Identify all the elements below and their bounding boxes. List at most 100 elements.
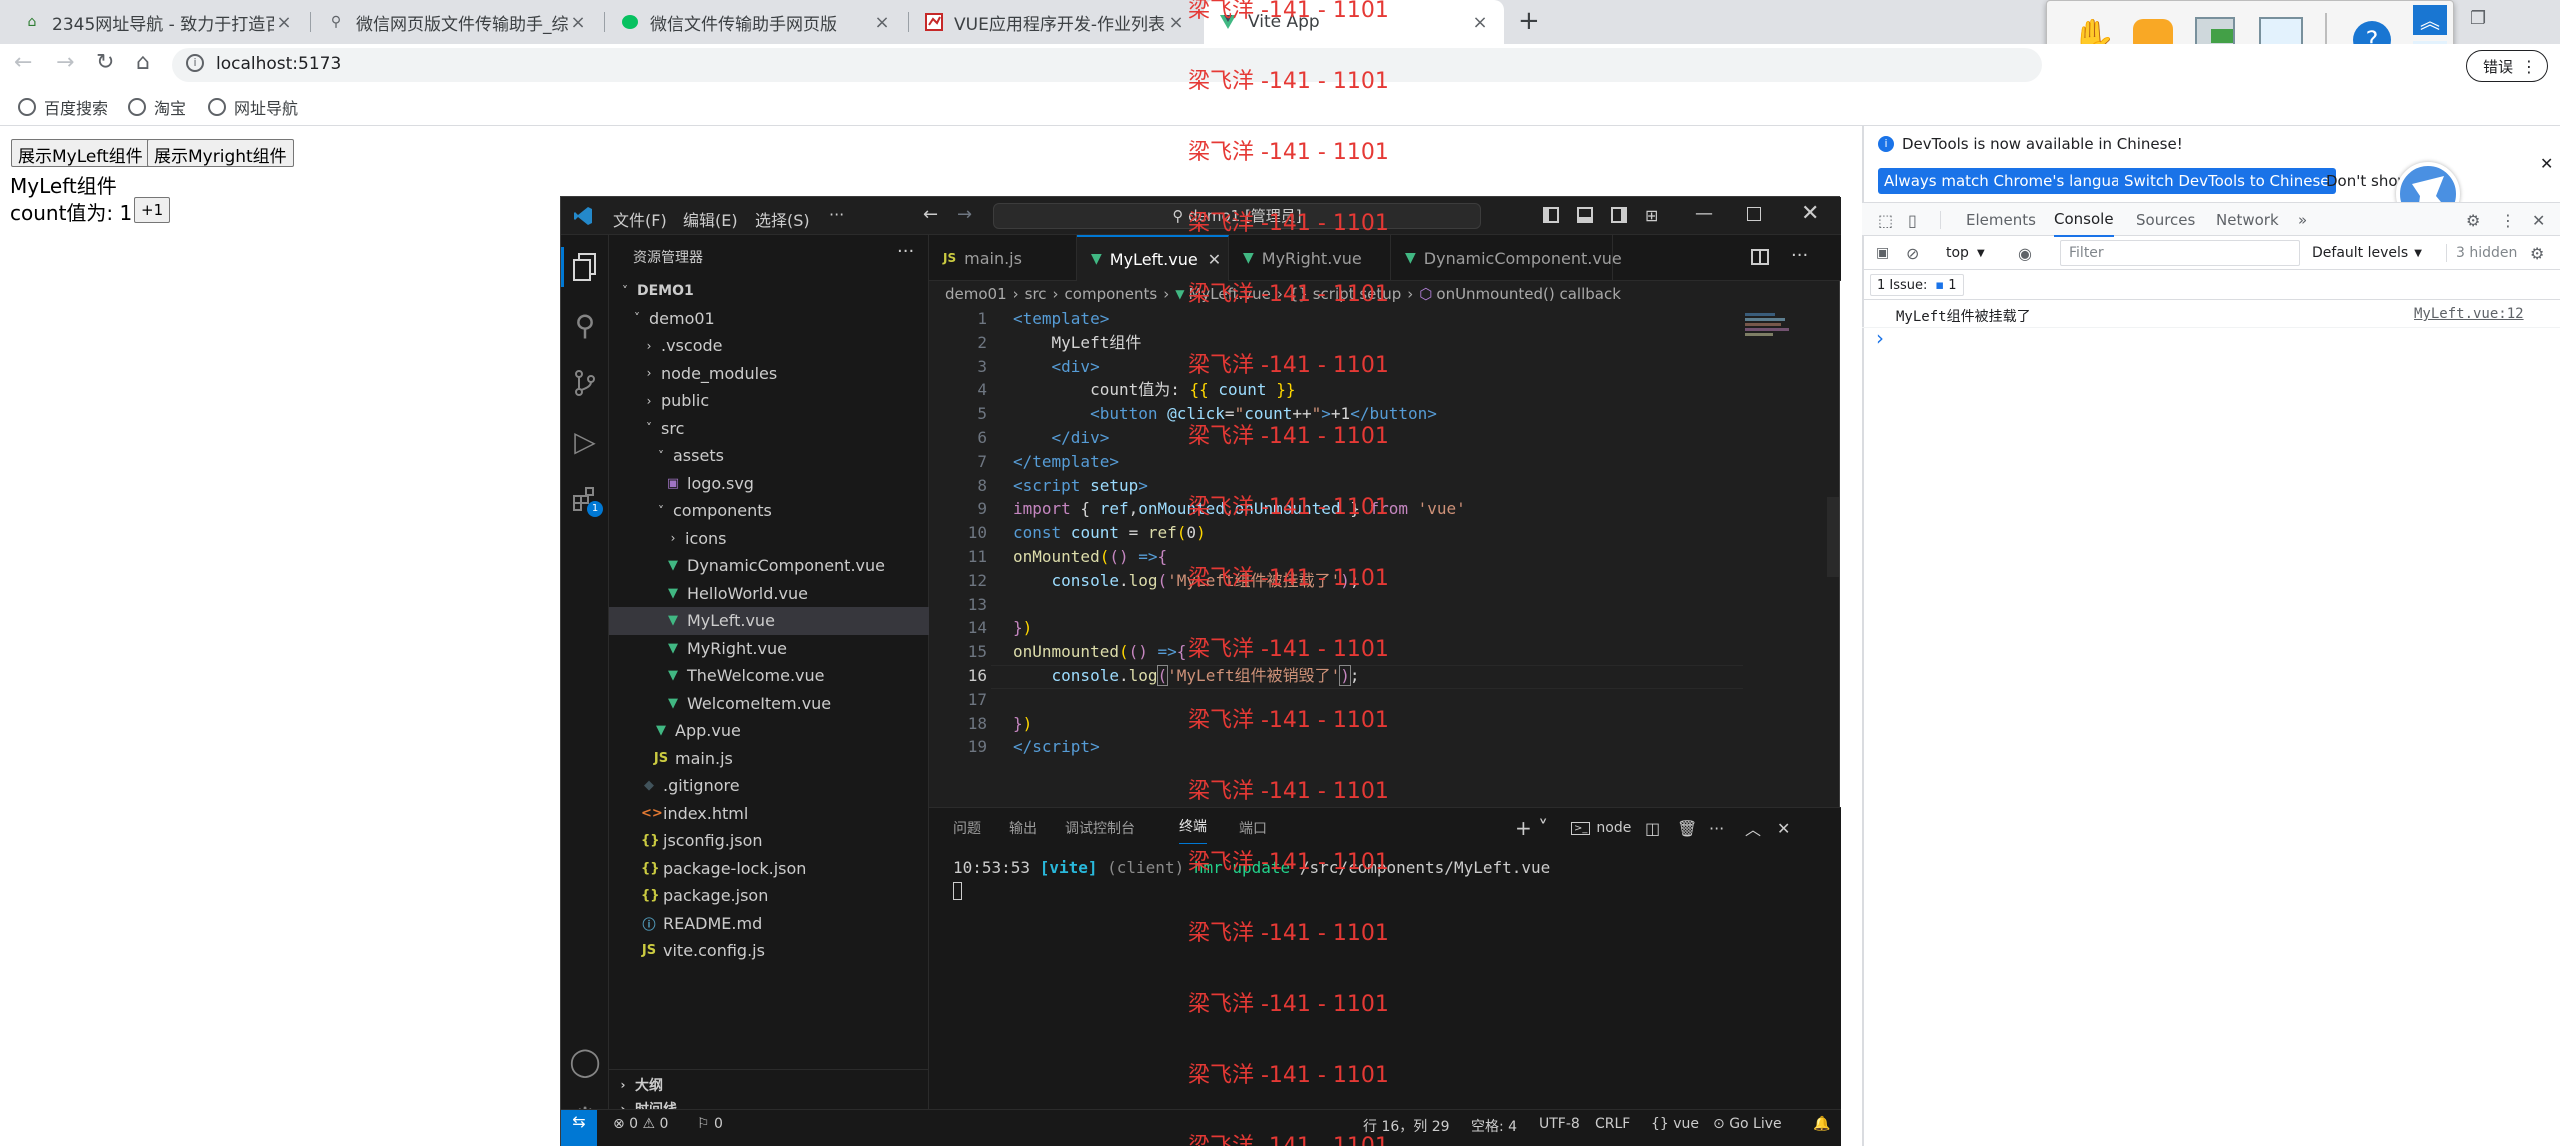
show-myright-button[interactable]: 展示Myright组件: [147, 139, 294, 167]
file-tree-item[interactable]: ▣ logo.svg: [609, 470, 929, 498]
panel-tab-ports[interactable]: 端口: [1239, 808, 1267, 848]
url-text[interactable]: localhost:5173: [216, 54, 341, 74]
breadcrumb-item[interactable]: onUnmounted() callback: [1436, 285, 1621, 303]
remote-icon[interactable]: ⇆: [561, 1110, 597, 1146]
tab-console[interactable]: Console: [2054, 203, 2114, 237]
increment-button[interactable]: +1: [134, 197, 171, 223]
file-tree-item[interactable]: ▼ MyRight.vue: [609, 635, 929, 663]
close-devtools-icon[interactable]: ✕: [2532, 203, 2545, 237]
sidebar-toggle-icon[interactable]: ▣: [1876, 236, 1889, 270]
breadcrumb-item[interactable]: components: [1065, 285, 1158, 303]
maximize-icon[interactable]: [1747, 207, 1761, 221]
browser-tab[interactable]: VUE应用程序开发-作业列表 ×: [910, 0, 1200, 44]
breadcrumb-item[interactable]: demo01: [945, 285, 1007, 303]
nav-back-icon[interactable]: ←: [923, 204, 938, 225]
tab-close-icon[interactable]: ×: [872, 12, 892, 33]
file-tree-item[interactable]: JS main.js: [609, 745, 929, 773]
toggle-secondary-sidebar-icon[interactable]: [1611, 207, 1627, 223]
tab-close-icon[interactable]: ×: [1166, 12, 1186, 33]
new-terminal-icon[interactable]: + ˅: [1515, 808, 1548, 848]
editor-more-icon[interactable]: ···: [1791, 245, 1808, 266]
go-live[interactable]: ⊙ Go Live: [1713, 1116, 1782, 1132]
toggle-sidebar-icon[interactable]: [1543, 207, 1559, 223]
file-tree-item[interactable]: <> index.html: [609, 800, 929, 828]
file-tree-item[interactable]: ˅ DEMO1: [609, 277, 929, 305]
more-tabs-icon[interactable]: »: [2298, 203, 2307, 237]
bookmark-item[interactable]: 网址导航: [208, 95, 298, 119]
console-prompt[interactable]: ›: [1876, 326, 1884, 350]
panel-tab-problems[interactable]: 问题: [953, 808, 981, 848]
file-tree-item[interactable]: ▼ App.vue: [609, 717, 929, 745]
device-toolbar-icon[interactable]: ▯: [1908, 203, 1917, 237]
file-tree-item[interactable]: ˅ demo01: [609, 305, 929, 333]
close-panel-icon[interactable]: ✕: [1777, 808, 1790, 848]
explorer-icon[interactable]: [561, 243, 609, 291]
explorer-more-icon[interactable]: ···: [897, 241, 914, 262]
file-tree-item[interactable]: ◆ .gitignore: [609, 772, 929, 800]
editor-tab-active[interactable]: ▼ MyLeft.vue ✕: [1077, 235, 1229, 281]
encoding[interactable]: UTF-8: [1539, 1116, 1580, 1132]
context-select[interactable]: top ▼: [1946, 236, 1985, 270]
eye-icon[interactable]: ◉: [2018, 236, 2032, 270]
info-icon[interactable]: i: [186, 54, 204, 72]
home-icon[interactable]: ⌂: [136, 50, 150, 75]
panel-more-icon[interactable]: ···: [1709, 808, 1724, 848]
file-tree-item[interactable]: ▼ TheWelcome.vue: [609, 662, 929, 690]
search-icon[interactable]: ⚲: [561, 301, 609, 349]
split-terminal-icon[interactable]: ◫: [1645, 808, 1660, 848]
omnibox[interactable]: i localhost:5173: [172, 48, 2042, 82]
restore-window-icon[interactable]: ❐: [2470, 8, 2486, 29]
new-tab-button[interactable]: +: [1518, 6, 1540, 36]
forward-icon[interactable]: →: [56, 50, 74, 75]
editor-tab[interactable]: JS main.js: [929, 235, 1077, 281]
notifications-icon[interactable]: 🔔: [1813, 1116, 1830, 1132]
reload-icon[interactable]: ↻: [96, 50, 114, 75]
always-match-language-button[interactable]: Always match Chrome's language: [1878, 168, 2145, 194]
file-tree-item[interactable]: {} package-lock.json: [609, 855, 929, 883]
browser-tab[interactable]: 微信文件传输助手网页版 ×: [606, 0, 906, 44]
customize-layout-icon[interactable]: ⊞: [1645, 206, 1658, 225]
terminal-instance[interactable]: >_ node: [1571, 808, 1631, 848]
language-mode[interactable]: {} vue: [1651, 1116, 1699, 1132]
breadcrumb-item[interactable]: src: [1025, 285, 1047, 303]
menu-more[interactable]: ···: [829, 205, 844, 224]
log-source-link[interactable]: MyLeft.vue:12: [2414, 306, 2524, 322]
file-tree-item[interactable]: ˅ src: [609, 415, 929, 443]
editor-tab[interactable]: ▼ MyRight.vue: [1229, 235, 1391, 281]
menu-edit[interactable]: 编辑(E): [683, 207, 738, 231]
toggle-panel-icon[interactable]: [1577, 207, 1593, 223]
file-tree-item[interactable]: ▼ DynamicComponent.vue: [609, 552, 929, 580]
account-icon[interactable]: ◯: [561, 1037, 609, 1085]
browser-tab[interactable]: ⌂ 2345网址导航 - 致力于打造百年品牌 ×: [8, 0, 308, 44]
split-editor-icon[interactable]: [1751, 249, 1769, 265]
close-tab-icon[interactable]: ✕: [1208, 250, 1221, 269]
file-tree-item[interactable]: {} package.json: [609, 882, 929, 910]
levels-select[interactable]: Default levels ▼: [2312, 236, 2422, 270]
ports-count[interactable]: ⚐ 0: [697, 1116, 723, 1132]
file-tree-item[interactable]: › node_modules: [609, 360, 929, 388]
file-tree-item[interactable]: {} jsconfig.json: [609, 827, 929, 855]
problems-count[interactable]: ⊗ 0 ⚠ 0: [613, 1116, 668, 1132]
file-tree-item[interactable]: ˅ assets: [609, 442, 929, 470]
tab-close-icon[interactable]: ×: [1470, 12, 1490, 33]
console-settings-icon[interactable]: ⚙: [2530, 236, 2544, 270]
minimap[interactable]: [1745, 311, 1795, 351]
kebab-menu-icon[interactable]: ⋮: [2500, 203, 2516, 237]
file-tree-item[interactable]: JS vite.config.js: [609, 937, 929, 965]
panel-tab-terminal[interactable]: 终端: [1179, 808, 1207, 844]
outline-section[interactable]: › 大纲: [609, 1071, 929, 1099]
file-tree-item[interactable]: ▼ MyLeft.vue: [609, 607, 929, 635]
collapse-icon[interactable]: ︽: [2413, 5, 2447, 35]
file-tree-item[interactable]: ▼ HelloWorld.vue: [609, 580, 929, 608]
show-myleft-button[interactable]: 展示MyLeft组件: [11, 139, 150, 167]
file-tree-item[interactable]: ▼ WelcomeItem.vue: [609, 690, 929, 718]
clear-console-icon[interactable]: ⊘: [1906, 236, 1919, 270]
bookmark-item[interactable]: 百度搜索: [18, 95, 108, 119]
scrollbar[interactable]: [1827, 497, 1839, 577]
file-tree-item[interactable]: › public: [609, 387, 929, 415]
indentation[interactable]: 空格: 4: [1471, 1116, 1517, 1136]
run-debug-icon[interactable]: ▷: [561, 417, 609, 465]
maximize-panel-icon[interactable]: ︿: [1745, 808, 1761, 848]
switch-to-chinese-button[interactable]: Switch DevTools to Chinese: [2118, 168, 2336, 194]
filter-input[interactable]: Filter: [2060, 240, 2300, 266]
